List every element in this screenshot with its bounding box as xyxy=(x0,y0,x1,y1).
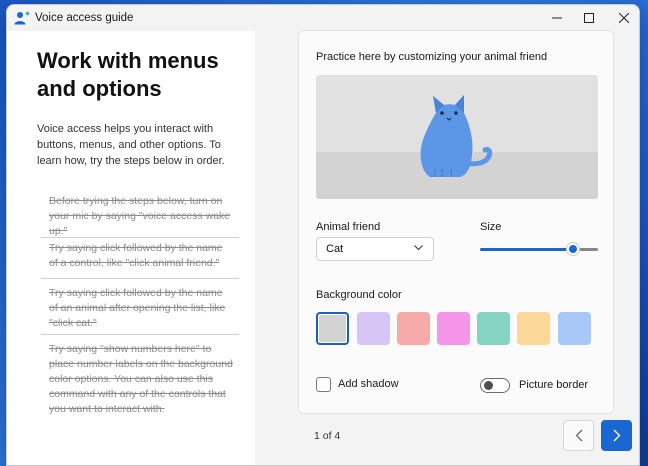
size-slider-thumb[interactable] xyxy=(567,243,579,255)
step-item: Try saying click followed by the name of… xyxy=(41,238,239,279)
picture-border-label: Picture border xyxy=(519,379,589,391)
color-swatch[interactable] xyxy=(477,312,510,345)
step-list: Before trying the steps below, turn on y… xyxy=(41,191,239,422)
maximize-icon xyxy=(584,13,594,23)
add-shadow-label: Add shadow xyxy=(338,378,399,390)
page-title-line-2: and options xyxy=(37,76,162,101)
size-slider[interactable] xyxy=(480,241,598,257)
step-item: Try saying "show numbers here" to place … xyxy=(49,343,233,415)
maximize-button[interactable] xyxy=(569,5,609,31)
step-item: Before trying the steps below, turn on y… xyxy=(41,191,239,238)
guide-intro: Voice access helps you interact with but… xyxy=(37,123,225,167)
page-title: Work with menus and options xyxy=(37,47,247,103)
window-title: Voice access guide xyxy=(35,12,134,24)
practice-label: Practice here by customizing your animal… xyxy=(316,51,548,63)
picture-border-toggle[interactable] xyxy=(480,377,510,393)
cat-icon xyxy=(420,95,493,178)
toggle-knob xyxy=(484,380,493,390)
practice-panel: Practice here by customizing your animal… xyxy=(298,30,614,414)
color-swatch[interactable] xyxy=(397,312,430,345)
voice-access-person-icon xyxy=(14,11,30,25)
close-button[interactable] xyxy=(604,5,639,31)
background-color-swatches xyxy=(316,312,596,346)
voice-access-guide-window: Voice access guide Work with menus and o… xyxy=(6,4,640,466)
close-icon xyxy=(619,13,629,23)
page-indicator: 1 of 4 xyxy=(314,430,341,442)
page-title-line-1: Work with menus xyxy=(37,48,219,73)
chevron-left-icon xyxy=(575,429,582,442)
color-swatch[interactable] xyxy=(316,312,349,345)
next-button[interactable] xyxy=(601,420,632,451)
size-slider-filled-track xyxy=(480,248,572,251)
add-shadow-option[interactable]: Add shadow xyxy=(316,376,399,392)
color-swatch[interactable] xyxy=(437,312,470,345)
minimize-icon xyxy=(552,17,562,19)
step-item: Try saying click followed by the name of… xyxy=(41,279,239,335)
chevron-right-icon xyxy=(613,429,620,442)
animal-preview xyxy=(316,75,598,199)
previous-button[interactable] xyxy=(563,420,594,451)
chevron-down-icon xyxy=(414,245,423,251)
animal-friend-value: Cat xyxy=(326,243,344,255)
picture-border-option[interactable]: Picture border xyxy=(480,377,588,393)
color-swatch[interactable] xyxy=(357,312,390,345)
color-swatch[interactable] xyxy=(558,312,591,345)
title-bar: Voice access guide xyxy=(7,5,639,31)
animal-friend-label: Animal friend xyxy=(316,221,381,233)
guide-pane: Work with menus and options Voice access… xyxy=(7,31,255,465)
add-shadow-checkbox[interactable] xyxy=(316,376,331,392)
size-label: Size xyxy=(480,221,502,233)
color-swatch[interactable] xyxy=(517,312,550,345)
animal-friend-dropdown[interactable]: Cat xyxy=(316,237,434,261)
background-color-label: Background color xyxy=(316,289,402,301)
